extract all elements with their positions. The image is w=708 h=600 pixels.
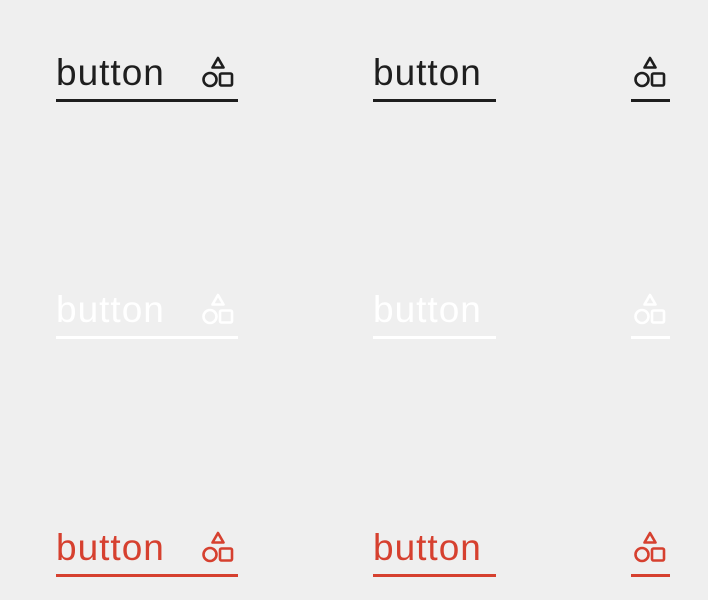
dark-button-icon-only[interactable] [631, 46, 670, 102]
button-label: button [56, 289, 165, 330]
shapes-icon [198, 53, 238, 93]
button-label: button [373, 527, 482, 568]
red-button-label-only[interactable]: button [373, 521, 496, 577]
light-button-label-and-icon[interactable]: button [56, 283, 238, 339]
button-label: button [373, 289, 482, 330]
button-label: button [56, 52, 165, 93]
shapes-icon [198, 528, 238, 568]
button-label: button [373, 52, 482, 93]
shapes-icon [630, 53, 670, 93]
light-button-label-only[interactable]: button [373, 283, 496, 339]
red-button-icon-only[interactable] [631, 521, 670, 577]
shapes-icon [198, 290, 238, 330]
shapes-icon [630, 528, 670, 568]
dark-button-label-and-icon[interactable]: button [56, 46, 238, 102]
dark-button-label-only[interactable]: button [373, 46, 496, 102]
shapes-icon [630, 290, 670, 330]
button-label: button [56, 527, 165, 568]
light-button-icon-only[interactable] [631, 283, 670, 339]
red-button-label-and-icon[interactable]: button [56, 521, 238, 577]
